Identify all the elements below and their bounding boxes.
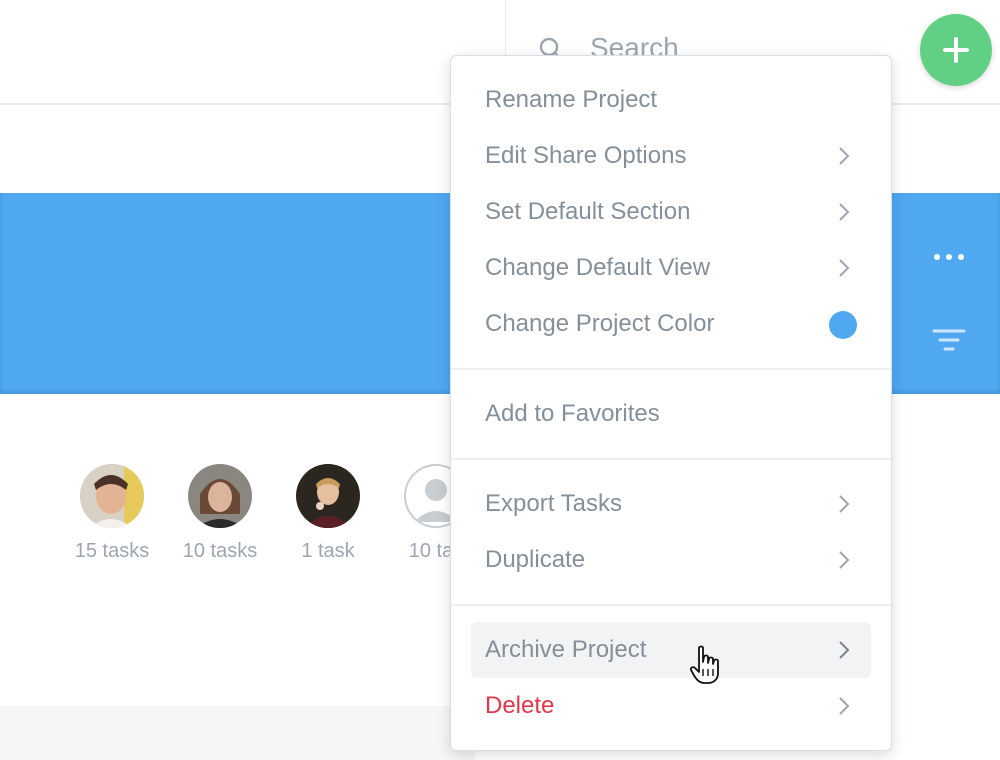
menu-item-label: Set Default Section [485,198,691,225]
export-tasks-item[interactable]: Export Tasks [471,476,871,532]
chevron-right-icon [839,147,850,165]
project-color-swatch [829,311,857,339]
avatar [296,464,360,528]
member-3[interactable]: 1 task [278,464,378,563]
member-task-count: 1 task [301,540,355,562]
member-2[interactable]: 10 tasks [170,464,270,563]
menu-item-label: Change Default View [485,254,711,281]
project-context-menu: Rename Project Edit Share Options Set De… [450,55,892,751]
chevron-right-icon [839,641,850,659]
filter-icon[interactable] [932,328,966,352]
avatar [80,464,144,528]
chevron-right-icon [839,203,850,221]
menu-item-label: Rename Project [485,86,658,113]
duplicate-item[interactable]: Duplicate [471,532,871,588]
menu-item-label: Duplicate [485,546,586,573]
delete-project-item[interactable]: Delete [471,678,871,734]
menu-item-label: Add to Favorites [485,400,660,427]
menu-divider [451,604,891,606]
chevron-right-icon [839,259,850,277]
add-to-favorites-item[interactable]: Add to Favorites [471,386,871,442]
chevron-right-icon [839,697,850,715]
archive-project-item[interactable]: Archive Project [471,622,871,678]
menu-item-label: Export Tasks [485,490,622,517]
menu-item-label: Change Project Color [485,310,715,337]
member-1[interactable]: 15 tasks [62,464,162,563]
avatar [188,464,252,528]
menu-item-label: Delete [485,692,555,719]
chevron-right-icon [839,551,850,569]
more-icon[interactable] [932,250,966,264]
hand-pointer-icon [689,645,719,684]
chevron-right-icon [839,495,850,513]
set-default-section-item[interactable]: Set Default Section [471,184,871,240]
menu-divider [451,458,891,460]
member-task-count: 15 tasks [74,540,150,562]
menu-item-label: Archive Project [485,636,647,663]
menu-item-label: Edit Share Options [485,142,687,169]
plus-icon [943,37,969,63]
member-task-count: 10 tasks [182,540,258,562]
footer-strip [0,706,475,760]
change-default-view-item[interactable]: Change Default View [471,240,871,296]
change-project-color-item[interactable]: Change Project Color [471,296,871,352]
rename-project-item[interactable]: Rename Project [471,72,871,128]
edit-share-options-item[interactable]: Edit Share Options [471,128,871,184]
menu-divider [451,368,891,370]
quick-add-button[interactable] [920,14,992,86]
